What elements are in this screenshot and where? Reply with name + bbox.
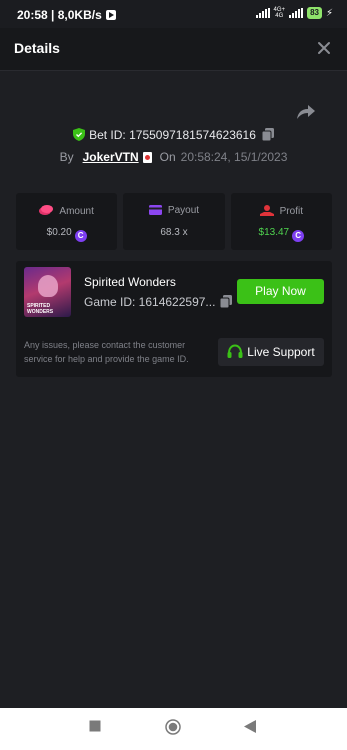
payout-value: 68.3 x — [160, 227, 188, 238]
verified-shield-icon — [73, 128, 86, 141]
card-payment-icon — [148, 205, 162, 215]
details-header: Details — [0, 28, 347, 71]
page-title: Details — [14, 40, 60, 56]
payout-label: Payout — [167, 205, 200, 216]
headset-icon — [227, 344, 243, 358]
bet-id-row: Bet ID: 1755097181574623616 — [0, 128, 347, 142]
playing-card-icon — [142, 152, 152, 163]
amount-label-row: Amount — [16, 205, 117, 217]
live-support-label: Live Support — [247, 345, 315, 359]
profit-value-row: $13.47 C — [231, 227, 332, 242]
telegram-notification-icon — [105, 10, 116, 20]
recents-icon[interactable] — [89, 720, 101, 732]
game-id: Game ID: 1614622597... — [84, 295, 216, 309]
profit-label-row: Profit — [231, 205, 332, 217]
coin-icon: C — [292, 230, 305, 242]
thumbnail-title-line2: WONDERS — [27, 309, 54, 315]
coin-icon: C — [74, 230, 87, 242]
profit-hand-icon — [259, 205, 274, 216]
home-icon[interactable] — [165, 719, 181, 735]
stat-payout: Payout 68.3 x — [123, 193, 225, 250]
game-name: Spirited Wonders — [84, 275, 176, 289]
amount-value-row: $0.20 C — [16, 227, 117, 242]
status-time: 20:58 | 8,0KB/s — [17, 8, 116, 22]
bet-id: Bet ID: 1755097181574623616 — [89, 128, 256, 142]
chips-icon — [39, 205, 54, 215]
status-icons: 4G+ 4G 83 ⚡ — [255, 7, 333, 19]
status-bar: 20:58 | 8,0KB/s 4G+ 4G 83 ⚡ — [0, 0, 347, 28]
live-support-button[interactable]: Live Support — [218, 338, 324, 366]
signal-icon — [255, 8, 270, 18]
bet-stats: Amount $0.20 C Payout 68.3 x Profit $13.4… — [16, 193, 332, 250]
on-label: On — [159, 150, 176, 164]
thumbnail-art — [38, 275, 58, 297]
game-thumbnail[interactable]: SPIRITED WONDERS — [24, 267, 71, 317]
bet-byline: By JokerVTN On 20:58:24, 15/1/2023 — [0, 150, 347, 164]
by-label: By — [59, 150, 74, 164]
profit-value: $13.47 — [258, 227, 290, 238]
play-now-button[interactable]: Play Now — [237, 279, 324, 304]
game-card: SPIRITED WONDERS Spirited Wonders Game I… — [16, 261, 332, 377]
system-nav-bar — [0, 708, 347, 750]
payout-label-row: Payout — [123, 205, 224, 216]
copy-icon[interactable] — [261, 128, 274, 141]
network-type-icon: 4G+ 4G — [273, 7, 286, 19]
game-id-row: Game ID: 1614622597... — [84, 295, 233, 309]
stat-amount: Amount $0.20 C — [16, 193, 118, 250]
back-icon[interactable] — [244, 720, 256, 733]
bet-datetime: 20:58:24, 15/1/2023 — [180, 150, 288, 164]
username-link[interactable]: JokerVTN — [83, 150, 139, 164]
profit-label: Profit — [279, 206, 303, 217]
support-notice: Any issues, please contact the customer … — [24, 340, 189, 364]
close-icon[interactable] — [315, 39, 333, 57]
charging-icon: ⚡ — [325, 7, 333, 19]
share-icon[interactable] — [296, 103, 316, 121]
signal-icon-2 — [289, 8, 304, 18]
battery-icon: 83 — [307, 7, 322, 19]
stat-profit: Profit $13.47 C — [230, 193, 332, 250]
amount-label: Amount — [59, 206, 94, 217]
copy-icon[interactable] — [220, 295, 233, 308]
amount-value: $0.20 — [46, 227, 72, 238]
